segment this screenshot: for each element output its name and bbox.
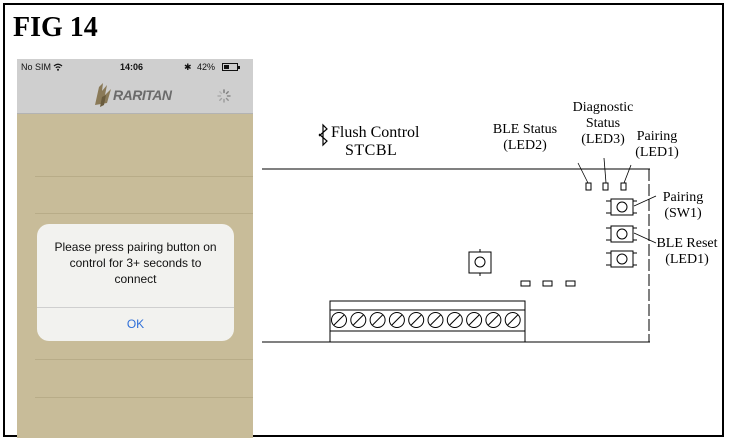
push-buttons bbox=[468, 198, 634, 274]
terminal-block bbox=[329, 300, 526, 343]
pairing-led-label: Pairing (LED1) bbox=[635, 129, 679, 160]
product-model: STCBL bbox=[345, 142, 398, 159]
board-diagram bbox=[262, 123, 657, 343]
led-indicators bbox=[585, 182, 627, 191]
ble-reset-label: BLE Reset (LED1) bbox=[656, 236, 718, 267]
pairing-switch-label: Pairing (SW1) bbox=[662, 190, 704, 221]
bluetooth-icon bbox=[318, 123, 328, 147]
smd-components bbox=[520, 280, 576, 287]
product-name: Flush Control bbox=[331, 124, 420, 141]
ble-status-label: BLE Status (LED2) bbox=[492, 122, 558, 153]
